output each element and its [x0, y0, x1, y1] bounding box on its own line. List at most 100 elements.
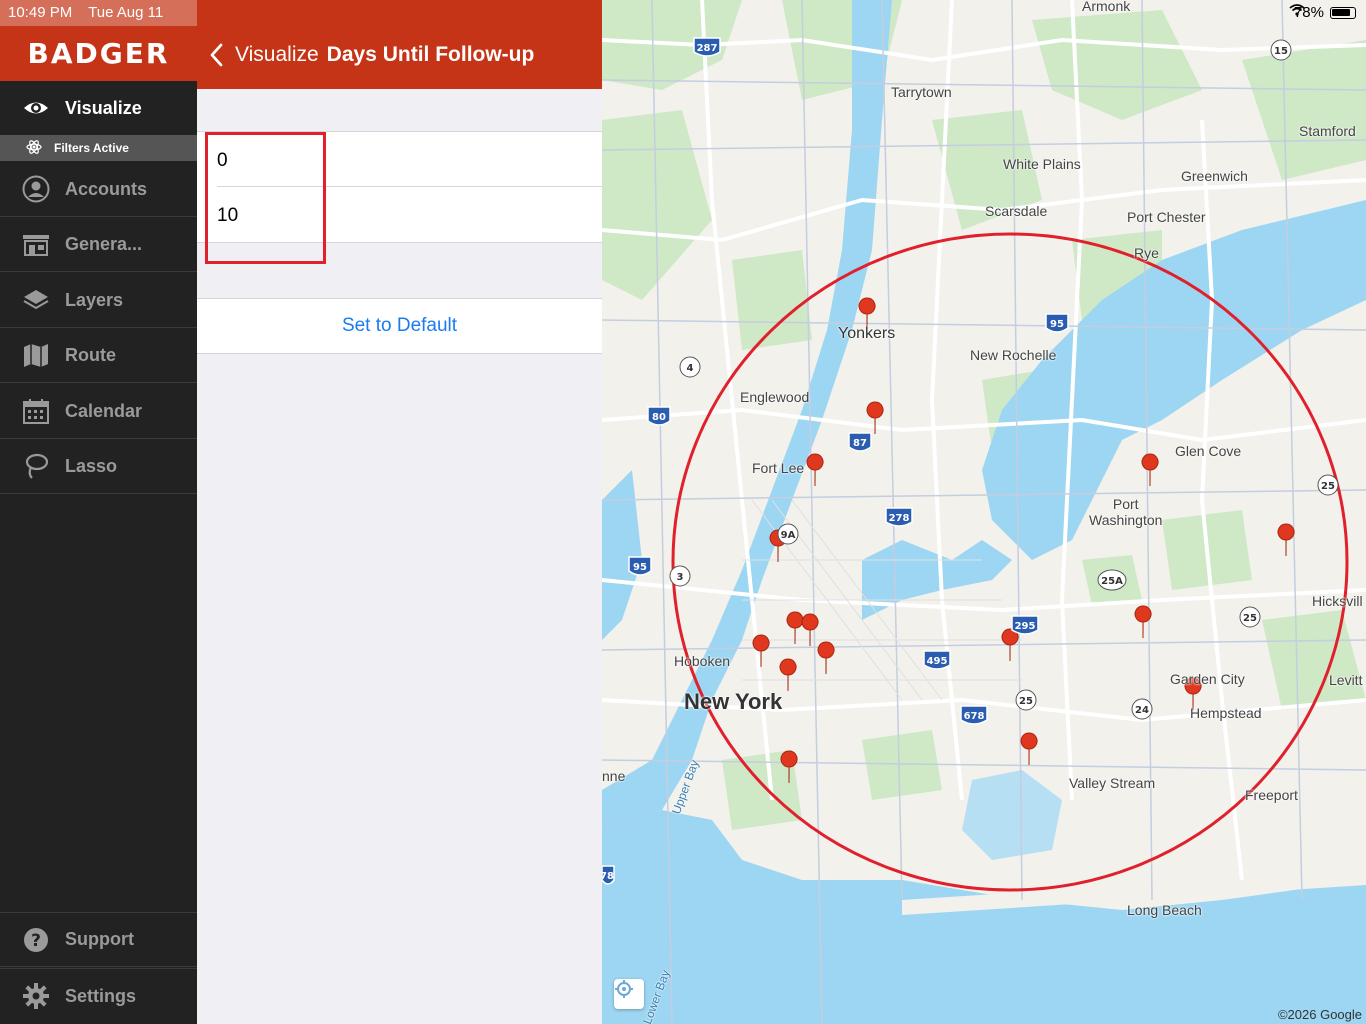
place-label: Hicksvill — [1312, 593, 1363, 609]
route-shield: 25A — [1097, 569, 1127, 591]
place-label: Rye — [1134, 245, 1159, 261]
sidebar-item-label: Settings — [65, 985, 137, 1006]
svg-text:25: 25 — [1321, 481, 1335, 492]
sidebar-item-label: Visualize — [65, 97, 142, 118]
svg-text:495: 495 — [927, 656, 948, 667]
sidebar-item-calendar[interactable]: Calendar — [0, 384, 197, 439]
map-icon — [22, 341, 50, 369]
status-date: Tue Aug 11 — [88, 4, 164, 21]
place-label: Glen Cove — [1175, 443, 1242, 459]
interstate-shield: 95 — [628, 556, 652, 576]
status-bar-right: 78% — [1289, 4, 1356, 21]
sidebar-item-support[interactable]: ? Support — [0, 912, 197, 967]
status-time: 10:49 PM — [8, 4, 73, 21]
svg-text:25A: 25A — [1101, 576, 1123, 587]
place-label: Englewood — [740, 389, 810, 405]
sidebar-item-accounts[interactable]: Accounts — [0, 162, 197, 217]
route-shield: 25 — [1015, 689, 1037, 711]
route-shield: 15 — [1270, 39, 1292, 61]
place-label: Scarsdale — [985, 203, 1048, 219]
svg-text:25: 25 — [1019, 696, 1033, 707]
place-label: nne — [602, 768, 626, 784]
place-label: Greenwich — [1181, 168, 1248, 184]
lasso-icon — [22, 452, 50, 480]
place-label: Fort Lee — [752, 460, 805, 476]
sidebar-item-route[interactable]: Route — [0, 328, 197, 383]
back-button[interactable]: Visualize — [235, 43, 319, 67]
place-label: Hempstead — [1190, 705, 1262, 721]
place-label: Freeport — [1245, 787, 1298, 803]
svg-text:?: ? — [31, 931, 41, 951]
place-label: New Rochelle — [970, 347, 1057, 363]
svg-text:95: 95 — [633, 562, 647, 573]
interstate-shield: 295 — [1011, 615, 1039, 635]
route-shield: 25 — [1317, 474, 1339, 496]
place-label: Valley Stream — [1069, 775, 1156, 791]
route-shield: 9A — [777, 523, 799, 545]
chevron-left-icon[interactable] — [207, 42, 227, 68]
interstate-shield: 287 — [693, 37, 721, 57]
svg-text:4: 4 — [687, 363, 694, 374]
place-label: Port Washington — [1089, 496, 1163, 528]
filters-active-badge[interactable]: Filters Active — [0, 135, 197, 161]
sidebar-item-label: Support — [65, 929, 134, 949]
svg-text:25: 25 — [1243, 613, 1257, 624]
place-label: Long Beach — [1127, 902, 1202, 918]
atom-icon — [26, 139, 42, 158]
svg-text:87: 87 — [853, 438, 867, 449]
sidebar-item-lasso[interactable]: Lasso — [0, 439, 197, 494]
sidebar: 10:49 PM Tue Aug 11 BADGER Visualize Fil… — [0, 0, 197, 1024]
place-label: White Plains — [1003, 156, 1081, 172]
svg-text:15: 15 — [1274, 46, 1288, 57]
question-icon: ? — [22, 926, 50, 954]
storefront-icon — [22, 230, 50, 258]
interstate-shield: 87 — [848, 432, 872, 452]
place-label: Hoboken — [674, 653, 731, 669]
place-label: Levitt — [1329, 672, 1363, 688]
place-label: Tarrytown — [891, 84, 952, 100]
svg-text:9A: 9A — [781, 530, 796, 541]
status-bar: 10:49 PM Tue Aug 11 — [0, 0, 197, 26]
shield-layer: 287 15 95 4 80 87 278 9A 95 3 25A 25 295… — [602, 37, 1339, 885]
eye-icon — [22, 94, 50, 122]
route-shield: 3 — [669, 565, 691, 587]
page-title: Days Until Follow-up — [326, 43, 535, 66]
interstate-shield: 78 — [602, 865, 615, 885]
filters-active-label: Filters Active — [54, 141, 129, 155]
interstate-shield: 80 — [647, 406, 671, 426]
interstate-shield: 495 — [923, 650, 951, 670]
sidebar-item-label: Genera... — [65, 233, 143, 254]
route-shield: 4 — [679, 356, 701, 378]
route-shield: 25 — [1239, 606, 1261, 628]
battery-icon — [1330, 6, 1356, 19]
sidebar-item-label: Lasso — [65, 455, 118, 476]
map-copyright: ©2026 Google — [1277, 1007, 1362, 1022]
place-label: Port Chester — [1127, 209, 1206, 225]
sidebar-item-label: Route — [65, 344, 116, 365]
filter-panel: 0 10 Set to Default — [197, 89, 602, 1024]
place-label: Garden City — [1170, 671, 1245, 687]
place-label: Stamford — [1299, 123, 1356, 139]
sidebar-item-settings[interactable]: Settings — [0, 968, 197, 1023]
svg-text:80: 80 — [652, 412, 666, 423]
set-to-default-button[interactable]: Set to Default — [197, 298, 602, 354]
locate-button[interactable] — [614, 979, 644, 1009]
interstate-shield: 95 — [1045, 313, 1069, 333]
svg-text:95: 95 — [1050, 319, 1064, 330]
sidebar-item-label: Calendar — [65, 400, 143, 421]
route-shield: 24 — [1131, 698, 1153, 720]
place-label: Armonk — [1082, 0, 1131, 14]
svg-text:278: 278 — [889, 513, 910, 524]
sidebar-item-visualize[interactable]: Visualize — [0, 81, 197, 135]
sidebar-item-label: Accounts — [65, 178, 148, 199]
map-view[interactable]: 287 15 95 4 80 87 278 9A 95 3 25A 25 295… — [602, 0, 1366, 1024]
wifi-icon — [1289, 4, 1305, 16]
svg-text:295: 295 — [1015, 621, 1036, 632]
layers-icon — [22, 286, 50, 314]
crosshair-icon — [615, 980, 633, 998]
sidebar-item-layers[interactable]: Layers — [0, 273, 197, 328]
person-circle-icon — [22, 175, 50, 203]
panel-header: Visualize Days Until Follow-up — [197, 0, 602, 89]
sidebar-item-general[interactable]: Genera... — [0, 217, 197, 272]
svg-text:678: 678 — [964, 711, 985, 722]
